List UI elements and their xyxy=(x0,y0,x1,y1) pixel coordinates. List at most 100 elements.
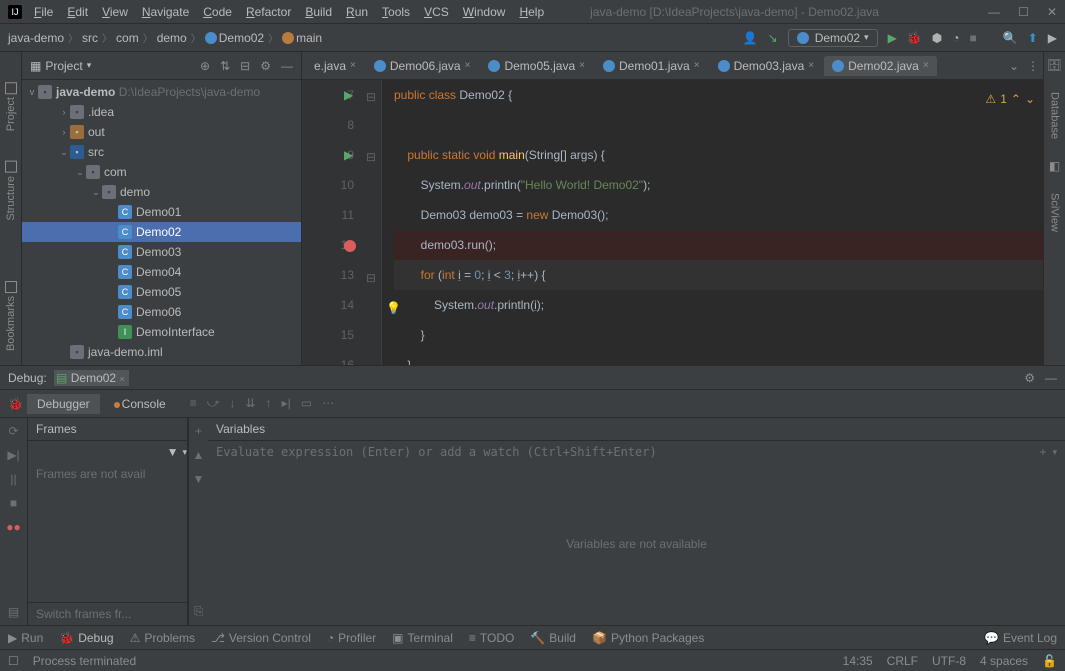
run-gutter-icon[interactable]: ▶ xyxy=(344,80,353,110)
resume-icon[interactable]: ▶| xyxy=(7,448,19,462)
line-number[interactable]: 13 xyxy=(302,260,354,290)
layout-settings-icon[interactable]: ▤ xyxy=(8,605,19,619)
debugger-tab[interactable]: Debugger xyxy=(27,394,100,414)
tab-demo01-java[interactable]: Demo01.java× xyxy=(595,56,708,76)
step-out-icon[interactable]: ↑ xyxy=(266,396,272,411)
tab-dropdown-icon[interactable]: ⌄ xyxy=(1009,59,1019,73)
hide-icon[interactable]: — xyxy=(281,59,293,73)
tree-item-out[interactable]: ›▪out xyxy=(22,122,301,142)
close-tab-icon[interactable]: × xyxy=(465,60,471,71)
maximize-icon[interactable]: ☐ xyxy=(1018,5,1029,19)
intention-bulb-icon[interactable]: 💡 xyxy=(386,293,401,323)
layout-icon[interactable]: ≡ xyxy=(190,396,197,411)
tree-item-demo04[interactable]: CDemo04 xyxy=(22,262,301,282)
gear-icon[interactable]: ⚙ xyxy=(1024,371,1035,385)
bottom-todo[interactable]: ≡TODO xyxy=(469,631,514,645)
run-config-selector[interactable]: Demo02 ▾ xyxy=(788,29,878,47)
menu-tools[interactable]: Tools xyxy=(376,3,416,21)
code-line[interactable]: public class Demo02 { xyxy=(394,80,1043,110)
debug-icon[interactable]: 🐞 xyxy=(907,31,922,45)
bottom-version-control[interactable]: ⎇Version Control xyxy=(211,631,311,645)
menu-view[interactable]: View xyxy=(96,3,134,21)
breakpoint-icon[interactable] xyxy=(344,240,356,252)
code-text[interactable]: public class Demo02 { public static void… xyxy=(382,80,1043,365)
tab-demo05-java[interactable]: Demo05.java× xyxy=(480,56,593,76)
profile-icon[interactable]: ◔ xyxy=(952,31,959,45)
close-tab-icon[interactable]: × xyxy=(350,60,356,71)
menu-build[interactable]: Build xyxy=(299,3,338,21)
tab-demo03-java[interactable]: Demo03.java× xyxy=(710,56,823,76)
stop-icon[interactable]: ■ xyxy=(10,496,17,510)
menu-file[interactable]: File xyxy=(28,3,59,21)
chevron-down-icon[interactable]: ▾ xyxy=(1052,447,1057,458)
breadcrumb-item[interactable]: demo xyxy=(157,31,187,45)
status-eol[interactable]: CRLF xyxy=(887,654,918,668)
close-icon[interactable]: ✕ xyxy=(1047,5,1057,19)
coverage-icon[interactable]: ⬢ xyxy=(932,31,942,45)
menu-code[interactable]: Code xyxy=(197,3,238,21)
line-number[interactable]: 15 xyxy=(302,320,354,350)
tab-e-java[interactable]: e.java× xyxy=(306,56,364,76)
chevron-down-icon[interactable]: ⌄ xyxy=(1025,84,1035,114)
tree-item-demo[interactable]: ⌄▪demo xyxy=(22,182,301,202)
filter-icon[interactable]: ▼ xyxy=(167,445,179,459)
tree-item-demo03[interactable]: CDemo03 xyxy=(22,242,301,262)
code-line[interactable]: System.out.println(i); xyxy=(394,290,1043,320)
line-number[interactable]: 10 xyxy=(302,170,354,200)
db-icon[interactable]: 🗄 xyxy=(1047,58,1062,72)
hammer-icon[interactable]: ↘ xyxy=(768,31,778,45)
fold-icon[interactable]: ⊟ xyxy=(366,82,376,112)
close-tab-icon[interactable]: × xyxy=(579,60,585,71)
fold-icon[interactable]: ⊟ xyxy=(366,263,376,293)
code-area[interactable]: ▶ ▶ 7891011121314151617 ⊟ ⊟ ⊟ 💡 public c… xyxy=(302,80,1043,365)
more-icon[interactable]: ⋮ xyxy=(1027,59,1039,73)
tree-item-demointerface[interactable]: IDemoInterface xyxy=(22,322,301,342)
stop-icon[interactable]: ■ xyxy=(970,31,977,45)
breadcrumb-item[interactable]: com xyxy=(116,31,139,45)
tree-item-src[interactable]: ⌄▪src xyxy=(22,142,301,162)
status-encoding[interactable]: UTF-8 xyxy=(932,654,966,668)
hide-icon[interactable]: — xyxy=(1045,371,1057,385)
step-over-icon[interactable]: ⤻ xyxy=(207,396,220,411)
up-icon[interactable]: ▲ xyxy=(193,448,205,462)
close-tab-icon[interactable]: × xyxy=(808,60,814,71)
tab-demo06-java[interactable]: Demo06.java× xyxy=(366,56,479,76)
tree-item-demo01[interactable]: CDemo01 xyxy=(22,202,301,222)
menu-run[interactable]: Run xyxy=(340,3,374,21)
collapse-all-icon[interactable]: ⊟ xyxy=(240,59,250,73)
eval-hint[interactable]: Evaluate expression (Enter) or add a wat… xyxy=(216,445,1033,459)
console-tab[interactable]: Console xyxy=(104,394,176,414)
chevron-up-icon[interactable]: ⌃ xyxy=(1011,84,1021,114)
tree-item-demo06[interactable]: CDemo06 xyxy=(22,302,301,322)
add-config-icon[interactable]: 👤 xyxy=(743,31,758,45)
tree-item-demo05[interactable]: CDemo05 xyxy=(22,282,301,302)
add-watch-icon[interactable]: + xyxy=(1039,445,1046,459)
tree-item-java-demo.iml[interactable]: ▪java-demo.iml xyxy=(22,342,301,362)
tab-demo02-java[interactable]: Demo02.java× xyxy=(824,56,937,76)
run-gutter-icon[interactable]: ▶ xyxy=(344,140,353,170)
code-line[interactable]: } xyxy=(394,350,1043,365)
bottom-python-packages[interactable]: 📦Python Packages xyxy=(592,631,704,645)
bottom-profiler[interactable]: ◔Profiler xyxy=(327,631,376,645)
menu-navigate[interactable]: Navigate xyxy=(136,3,195,21)
inspection-widget[interactable]: ⚠ 1 ⌃ ⌄ xyxy=(985,84,1035,114)
code-line[interactable] xyxy=(394,110,1043,140)
update-icon[interactable]: ⬆ xyxy=(1028,31,1038,45)
code-line[interactable]: public static void main(String[] args) { xyxy=(394,140,1043,170)
down-icon[interactable]: ▼ xyxy=(193,472,205,486)
breadcrumb-item[interactable]: java-demo xyxy=(8,31,64,45)
bug-icon[interactable]: 🐞 xyxy=(8,397,23,411)
line-number[interactable]: 11 xyxy=(302,200,354,230)
chevron-down-icon[interactable]: ▾ xyxy=(87,60,92,71)
tree-item-.idea[interactable]: ›▪.idea xyxy=(22,102,301,122)
close-tab-icon[interactable]: × xyxy=(694,60,700,71)
menu-window[interactable]: Window xyxy=(457,3,512,21)
settings-icon[interactable]: ⚙ xyxy=(260,59,271,73)
plus-icon[interactable]: + xyxy=(195,424,202,438)
tree-root[interactable]: v ▪ java-demo D:\IdeaProjects\java-demo xyxy=(22,82,301,102)
run-icon[interactable]: ▶ xyxy=(888,31,897,45)
breadcrumb-item[interactable]: main xyxy=(282,31,322,45)
tree-item-com[interactable]: ⌄▪com xyxy=(22,162,301,182)
minimize-icon[interactable]: — xyxy=(988,5,1000,19)
code-line[interactable]: demo03.run(); xyxy=(394,230,1043,260)
